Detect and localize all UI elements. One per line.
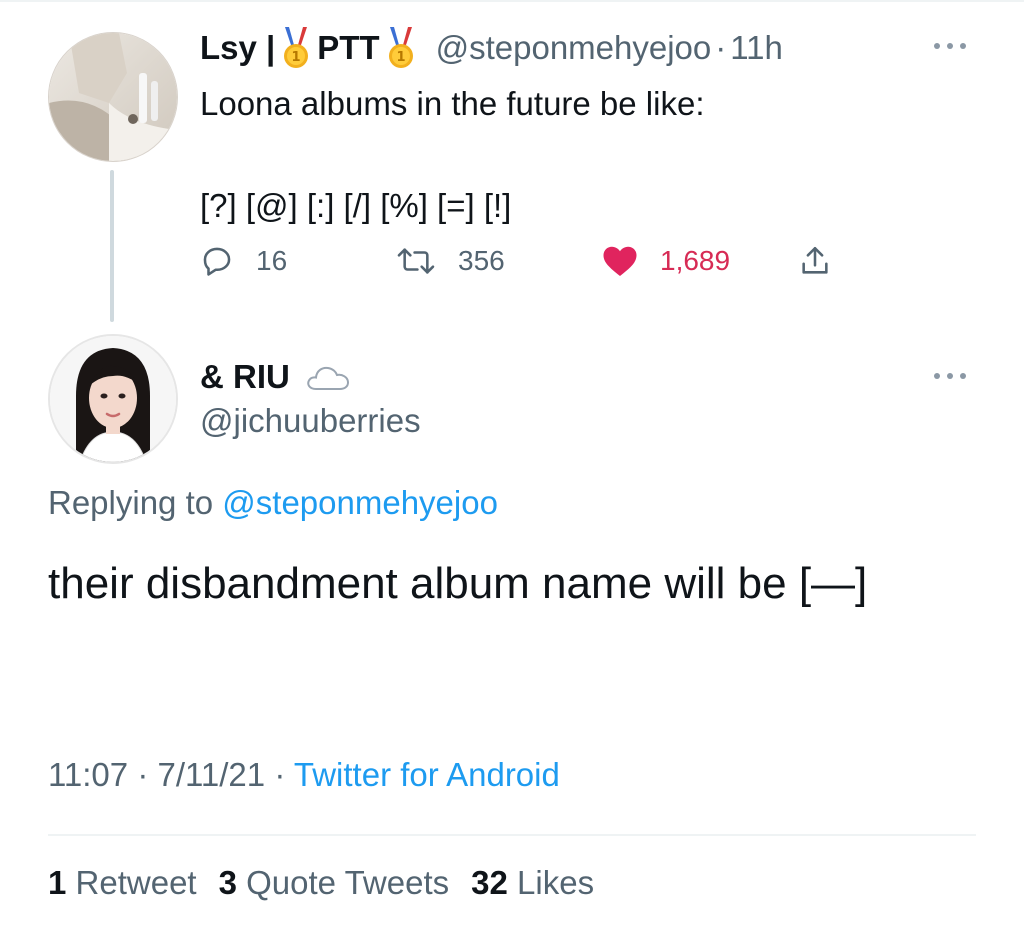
quotes-count: 3: [218, 864, 237, 901]
like-count: 1,689: [660, 245, 731, 276]
retweets-count: 1: [48, 864, 67, 901]
share-icon: [802, 246, 828, 274]
replying-to: Replying to @steponmehyejoo: [48, 484, 498, 522]
svg-text:1: 1: [396, 50, 405, 65]
tweet-timestamp-row: 11:07 · 7/11/21 · Twitter for Android: [48, 756, 560, 794]
display-name[interactable]: Lsy |: [200, 29, 275, 67]
svg-text:1: 1: [292, 50, 301, 65]
avatar[interactable]: [48, 32, 178, 162]
more-options-icon[interactable]: [930, 36, 970, 56]
share-button[interactable]: [798, 236, 854, 286]
retweet-button[interactable]: 356: [396, 236, 505, 286]
medal-icon: 1: [386, 27, 416, 69]
handle[interactable]: @jichuuberries: [200, 402, 421, 440]
like-button[interactable]: 1,689: [602, 236, 730, 286]
separator: ·: [715, 29, 727, 66]
tweet-text: their disbandment album name will be [—]: [48, 559, 868, 608]
reply-button[interactable]: 16: [200, 236, 287, 286]
display-name[interactable]: & RIU: [200, 358, 290, 396]
cloud-icon: [307, 366, 349, 390]
likes-label: Likes: [517, 864, 595, 901]
timestamp[interactable]: 11h: [730, 29, 783, 66]
reply-icon: [203, 247, 231, 276]
source-link[interactable]: Twitter for Android: [294, 756, 560, 793]
thread-line: [110, 170, 114, 322]
replying-label: Replying to: [48, 484, 214, 521]
mention-link[interactable]: @steponmehyejoo: [222, 484, 498, 521]
tweet-header: & RIU: [200, 355, 352, 399]
divider: [48, 834, 976, 836]
retweets-stat[interactable]: 1 Retweet: [48, 864, 197, 902]
more-options-icon[interactable]: [930, 366, 970, 386]
retweet-icon: [397, 248, 435, 274]
likes-count: 32: [471, 864, 508, 901]
separator: ·: [274, 756, 286, 793]
handle[interactable]: @steponmehyejoo: [436, 29, 712, 66]
quote-tweets-stat[interactable]: 3 Quote Tweets: [219, 864, 450, 902]
tweet-header: Lsy | 1 PTT 1 @steponmehyejoo · 11h: [200, 26, 783, 70]
engagement-stats: 1 Retweet 3 Quote Tweets 32 Likes: [48, 864, 594, 902]
avatar[interactable]: [48, 334, 178, 464]
heart-filled-icon: [603, 246, 637, 276]
display-name-suffix[interactable]: PTT: [317, 29, 379, 67]
top-divider: [0, 0, 1024, 2]
tweet-text-line: [?] [@] [:] [/] [%] [=] [!]: [200, 187, 512, 224]
retweets-label: Retweet: [75, 864, 197, 901]
tweet-meta: @steponmehyejoo · 11h: [436, 29, 783, 67]
quotes-label: Quote Tweets: [246, 864, 450, 901]
timestamp[interactable]: 11:07: [48, 756, 128, 793]
date[interactable]: 7/11/21: [157, 756, 265, 793]
reply-count: 16: [256, 245, 288, 276]
medal-icon: 1: [281, 27, 311, 69]
tweet-actions: 16 356 1,689: [200, 236, 860, 286]
tweet-text-line: Loona albums in the future be like:: [200, 85, 705, 122]
separator: ·: [137, 756, 149, 793]
retweet-count: 356: [458, 245, 505, 276]
likes-stat[interactable]: 32 Likes: [471, 864, 594, 902]
